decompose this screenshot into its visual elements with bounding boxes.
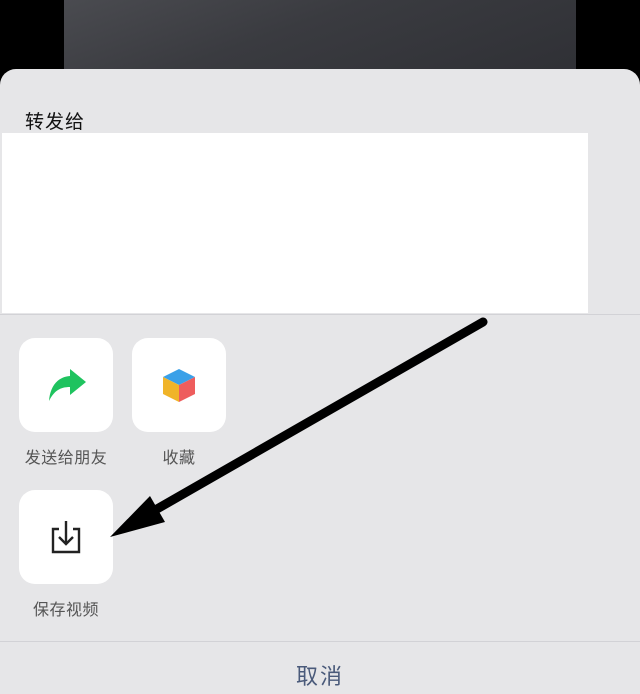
download-tray-icon [51,521,81,554]
send-to-friend-button[interactable]: 发送给朋友 [19,338,113,468]
save-video-tile[interactable] [19,490,113,584]
screen: 转发给 发送给朋友 收藏 保存视频 取消 [0,0,640,694]
divider [0,641,640,642]
favorites-cube-icon [163,369,195,402]
favorites-tile[interactable] [132,338,226,432]
save-video-button[interactable]: 保存视频 [19,490,113,620]
send-to-friend-tile[interactable] [19,338,113,432]
save-video-label: 保存视频 [32,600,99,619]
favorites-label: 收藏 [162,448,196,467]
share-sheet: 转发给 发送给朋友 收藏 保存视频 取消 [0,69,640,694]
divider [0,314,640,315]
contacts-list[interactable] [2,133,588,313]
cancel-button[interactable]: 取消 [0,659,640,691]
forward-arrow-icon [49,369,86,401]
forward-to-title: 转发给 [25,111,86,133]
send-to-friend-label: 发送给朋友 [24,448,108,467]
favorites-button[interactable]: 收藏 [132,338,226,468]
